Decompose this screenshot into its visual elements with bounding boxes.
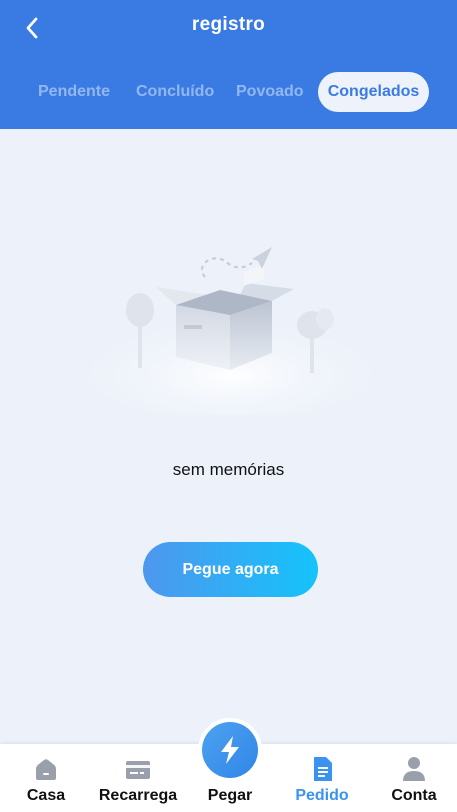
tab-pendente[interactable]: Pendente — [38, 72, 110, 112]
nav-label: Conta — [391, 787, 437, 804]
card-icon — [126, 761, 150, 779]
grab-button-circle — [202, 722, 258, 778]
lightning-icon — [221, 736, 239, 764]
nav-item-casa[interactable]: Casa — [0, 744, 92, 812]
empty-message: sem memórias — [172, 460, 285, 479]
get-now-button[interactable]: Pegue agora — [143, 542, 318, 597]
tab-concluido[interactable]: Concluído — [136, 72, 214, 112]
tab-congelados[interactable]: Congelados — [318, 72, 429, 112]
page-title: registro — [191, 14, 266, 35]
home-icon — [36, 759, 56, 780]
tab-povoado[interactable]: Povoado — [236, 72, 304, 112]
nav-item-recarrega[interactable]: Recarrega — [92, 744, 184, 812]
nav-item-conta[interactable]: Conta — [368, 744, 457, 812]
user-icon — [403, 757, 425, 781]
header: registro Pendente Concluído Povoado Cong… — [0, 0, 457, 129]
nav-item-pedido[interactable]: Pedido — [276, 744, 368, 812]
tab-bar: Pendente Concluído Povoado Congelados — [0, 72, 457, 112]
nav-label: Pegar — [207, 787, 253, 804]
nav-label: Casa — [26, 787, 66, 804]
grab-button[interactable] — [198, 718, 262, 782]
empty-box-icon — [80, 247, 380, 415]
document-icon — [314, 757, 332, 781]
nav-label: Recarrega — [98, 787, 178, 804]
nav-label: Pedido — [295, 787, 349, 804]
